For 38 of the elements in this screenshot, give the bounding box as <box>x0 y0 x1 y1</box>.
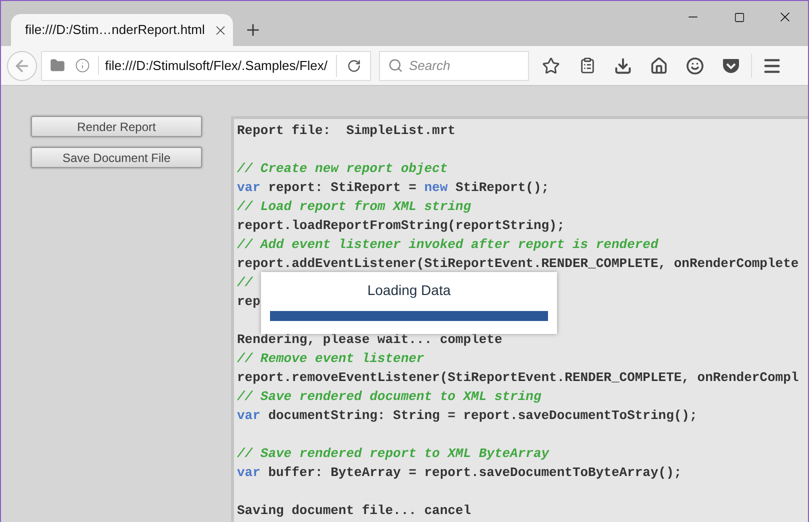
dialog-title: Loading Data <box>367 281 451 300</box>
code-line: Saving document file... cancel <box>237 502 472 520</box>
folder-icon <box>50 58 65 73</box>
address-field[interactable]: file:///D:/Stimulsoft/Flex/.Samples/Flex/ <box>41 50 371 80</box>
code-comment: // Load report from XML string <box>237 198 472 216</box>
new-tab-icon[interactable] <box>244 21 262 39</box>
code-comment: // Save rendered document to XML string <box>237 388 542 406</box>
app-button[interactable]: Render Report <box>31 116 202 137</box>
code-line: var documentString: String = report.saveDocumentToString(); <box>237 406 698 425</box>
app-button[interactable]: Save Document File <box>31 147 202 168</box>
code-line: Report file: SimpleList.mrt <box>237 122 456 140</box>
code-comment: // Save rendered report to XML ByteArray <box>237 444 550 463</box>
download-icon[interactable] <box>614 56 632 74</box>
reload-icon[interactable] <box>346 58 360 72</box>
info-icon[interactable] <box>75 58 90 73</box>
search-input[interactable]: Search <box>409 56 519 76</box>
code-line: report.addEventListener(StiReportEvent.RENDER_COMPLETE, onRenderComplete <box>237 254 799 273</box>
pocket-icon[interactable] <box>722 58 740 74</box>
code-line: var buffer: ByteArray = report.saveDocumentToByteArray(); <box>237 464 682 482</box>
search-field[interactable]: Search <box>379 50 529 80</box>
code-line: rep <box>237 292 260 311</box>
tab-title: file:///D:/Stim…nderReport.html <box>25 21 205 40</box>
bookmark-star-icon[interactable] <box>542 56 560 74</box>
search-icon <box>388 58 403 73</box>
code-line: report.removeEventListener(StiReportEvent.RENDER_COMPLETE, onRenderCompl <box>237 368 799 387</box>
code-line: var report: StiReport = new StiReport(); <box>237 178 550 197</box>
code-comment: // Remove event listener <box>237 350 424 368</box>
code-comment: // Add event listener invoked after report is rendered <box>237 236 658 254</box>
code-line: report.loadReportFromString(reportString); <box>237 216 565 235</box>
home-icon[interactable] <box>650 56 668 74</box>
code-comment: // Create new report object <box>237 160 448 178</box>
code-line: Rendering, please wait... complete <box>237 330 502 349</box>
smiley-icon[interactable] <box>686 56 704 74</box>
code-comment: // <box>237 274 253 292</box>
url-text: file:///D:/Stimulsoft/Flex/.Samples/Flex/ <box>98 56 328 76</box>
reading-list-icon[interactable] <box>578 57 596 74</box>
maximize-icon[interactable] <box>734 12 744 22</box>
browser-tab[interactable]: file:///D:/Stim…nderReport.html <box>11 14 233 46</box>
